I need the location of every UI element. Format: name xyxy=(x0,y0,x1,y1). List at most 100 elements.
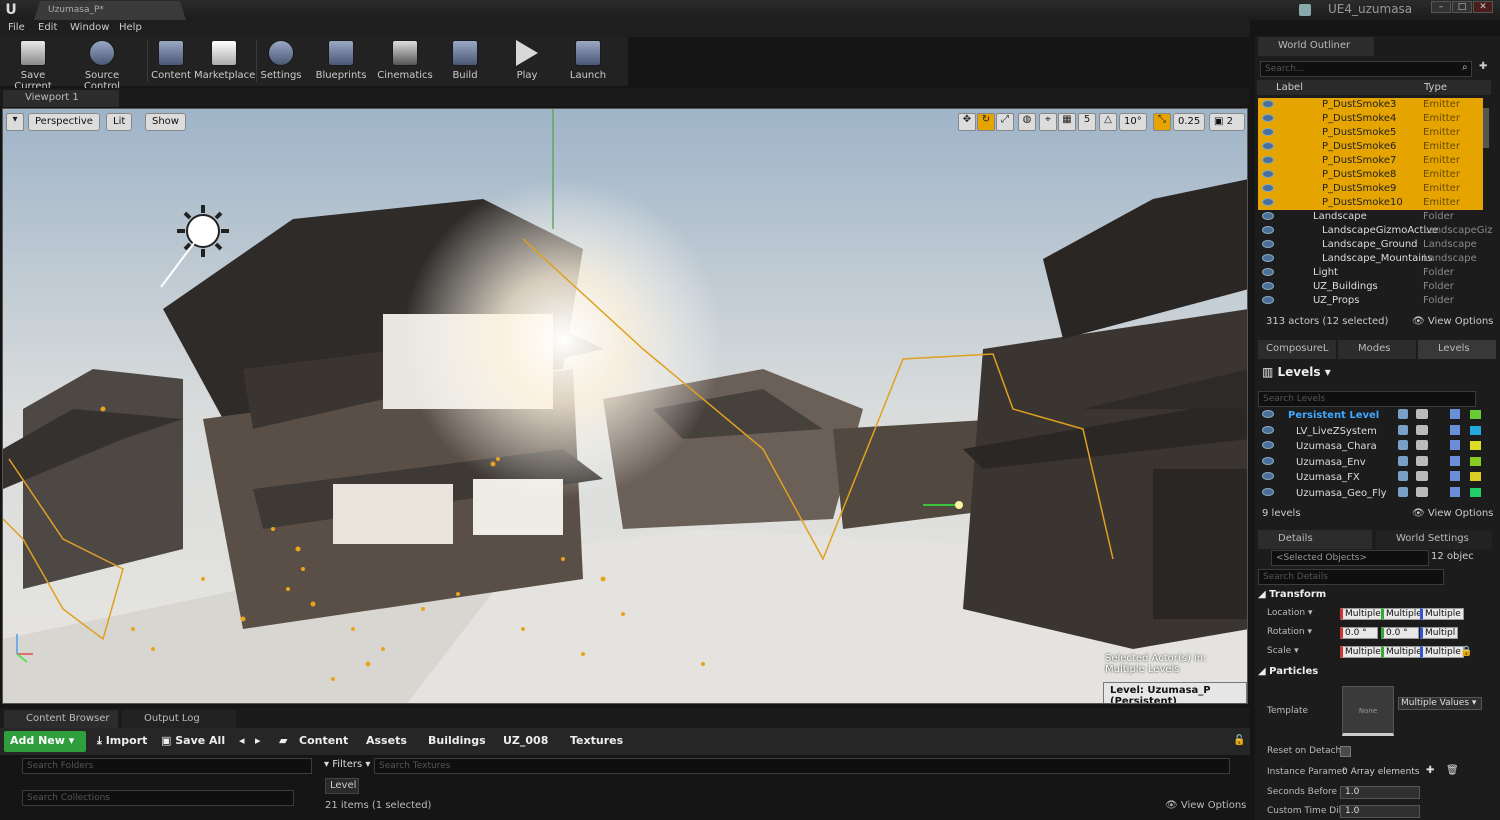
level-color-swatch[interactable] xyxy=(1470,425,1481,435)
source-control-button[interactable]: Source Control xyxy=(66,37,138,92)
visibility-eye-icon[interactable] xyxy=(1262,128,1274,136)
levels-view-options-button[interactable]: 👁 View Options xyxy=(1412,508,1493,519)
outliner-row[interactable]: P_DustSmoke3 Emitter xyxy=(1258,98,1483,112)
level-color-swatch[interactable] xyxy=(1470,410,1481,419)
search-textures-input[interactable]: Search Textures xyxy=(374,758,1230,774)
visibility-eye-icon[interactable] xyxy=(1262,226,1274,234)
outliner-row[interactable]: Landscape_Ground Landscape xyxy=(1258,238,1483,252)
lock-icon[interactable] xyxy=(1398,486,1408,497)
visibility-eye-icon[interactable] xyxy=(1262,268,1274,276)
scale-snap-icon[interactable]: ⤡ xyxy=(1153,113,1171,131)
show-button[interactable]: Show xyxy=(145,113,186,131)
world-local-icon[interactable]: ◍ xyxy=(1018,113,1036,131)
import-button[interactable]: ⤓ Import xyxy=(97,734,147,748)
levels-search-input[interactable]: Search Levels xyxy=(1258,391,1476,407)
outliner-row[interactable]: UZ_Buildings Folder xyxy=(1258,280,1483,294)
save-icon[interactable] xyxy=(1450,471,1460,481)
history-forward-icon[interactable]: ▸ xyxy=(255,734,261,747)
viewport-menu-dropdown[interactable]: ▾ xyxy=(6,113,24,131)
rotation-label[interactable]: Rotation ▾ xyxy=(1267,627,1312,637)
scale-mode-icon[interactable]: ⤢ xyxy=(996,113,1014,131)
visibility-eye-icon[interactable] xyxy=(1262,472,1274,480)
outliner-row[interactable]: Landscape Folder xyxy=(1258,210,1483,224)
outliner-row[interactable]: P_DustSmoke9 Emitter xyxy=(1258,182,1483,196)
outliner-row[interactable]: P_DustSmoke8 Emitter xyxy=(1258,168,1483,182)
tab-world-outliner[interactable]: World Outliner xyxy=(1258,37,1374,56)
visibility-eye-icon[interactable] xyxy=(1262,240,1274,248)
history-back-icon[interactable]: ◂ xyxy=(239,734,245,747)
marketplace-button[interactable]: Marketplace xyxy=(194,37,255,86)
save-icon[interactable] xyxy=(1450,455,1460,466)
rotation-y-field[interactable]: 0.0 ° xyxy=(1381,627,1419,639)
scale-z-field[interactable]: Multiple xyxy=(1420,646,1464,658)
level-row[interactable]: Uzumasa_Geo_Fly xyxy=(1258,486,1483,501)
scale-label[interactable]: Scale ▾ xyxy=(1267,646,1299,656)
save-icon[interactable] xyxy=(1450,486,1460,497)
menu-help[interactable]: Help xyxy=(119,22,142,33)
col-label[interactable]: Label xyxy=(1276,82,1303,93)
levels-menu-button[interactable]: ▥ Levels ▾ xyxy=(1262,365,1331,379)
tab-modes[interactable]: Modes xyxy=(1338,340,1416,359)
level-color-swatch[interactable] xyxy=(1470,487,1481,497)
filter-chip-level[interactable]: Level xyxy=(325,778,359,794)
add-element-icon[interactable]: ✚ xyxy=(1426,765,1434,776)
custom-time-field[interactable]: 1.0 xyxy=(1340,805,1420,818)
grid-snap-icon[interactable]: ▦ xyxy=(1058,113,1076,131)
visibility-eye-icon[interactable] xyxy=(1262,184,1274,192)
cinematics-button[interactable]: Cinematics xyxy=(376,37,434,86)
visibility-eye-icon[interactable] xyxy=(1262,114,1274,122)
reset-on-detach-checkbox[interactable] xyxy=(1340,746,1351,757)
source-control-icon[interactable] xyxy=(1416,424,1428,435)
content-button[interactable]: Content xyxy=(150,37,192,86)
save-icon[interactable] xyxy=(1450,409,1460,419)
lit-button[interactable]: Lit xyxy=(106,113,133,131)
breadcrumb-textures[interactable]: Textures xyxy=(570,734,623,747)
template-dropdown[interactable]: Multiple Values ▾ xyxy=(1398,697,1482,710)
save-icon[interactable] xyxy=(1450,440,1460,450)
outliner-scrollbar[interactable] xyxy=(1483,108,1489,148)
visibility-eye-icon[interactable] xyxy=(1262,296,1274,304)
level-color-swatch[interactable] xyxy=(1470,472,1481,481)
visibility-eye-icon[interactable] xyxy=(1262,156,1274,164)
grid-snap-value[interactable]: 5 xyxy=(1078,113,1096,131)
lock-icon[interactable] xyxy=(1398,455,1408,466)
breadcrumb-uz008[interactable]: UZ_008 xyxy=(503,734,548,747)
visibility-eye-icon[interactable] xyxy=(1262,441,1274,449)
visibility-eye-icon[interactable] xyxy=(1262,212,1274,220)
outliner-row[interactable]: UZ_Props Folder xyxy=(1258,294,1483,308)
close-button[interactable]: ✕ xyxy=(1473,1,1493,13)
lock-icon[interactable] xyxy=(1398,440,1408,450)
outliner-row[interactable]: P_DustSmoke4 Emitter xyxy=(1258,112,1483,126)
level-row[interactable]: Uzumasa_Chara xyxy=(1258,439,1483,454)
visibility-eye-icon[interactable] xyxy=(1262,170,1274,178)
tab-composure[interactable]: ComposureL xyxy=(1258,340,1336,359)
menu-file[interactable]: File xyxy=(8,22,25,33)
menu-window[interactable]: Window xyxy=(70,22,109,33)
perspective-button[interactable]: Perspective xyxy=(28,113,100,131)
source-control-icon[interactable] xyxy=(1299,4,1311,16)
source-control-icon[interactable] xyxy=(1416,471,1428,481)
scale-lock-icon[interactable]: 🔒 xyxy=(1460,646,1472,657)
outliner-row[interactable]: P_DustSmoke7 Emitter xyxy=(1258,154,1483,168)
tab-levels[interactable]: Levels xyxy=(1418,340,1496,359)
outliner-row[interactable]: LandscapeGizmoActive LandscapeGiz xyxy=(1258,224,1493,238)
visibility-eye-icon[interactable] xyxy=(1262,198,1274,206)
lock-icon[interactable] xyxy=(1398,424,1408,435)
outliner-row[interactable]: P_DustSmoke5 Emitter xyxy=(1258,126,1483,140)
search-folders-input[interactable]: Search Folders xyxy=(22,758,312,774)
source-control-icon[interactable] xyxy=(1416,409,1428,419)
visibility-eye-icon[interactable] xyxy=(1262,254,1274,262)
source-control-icon[interactable] xyxy=(1416,486,1428,497)
scale-x-field[interactable]: Multiple xyxy=(1340,646,1384,658)
filters-button[interactable]: ▾ Filters ▾ xyxy=(324,759,370,770)
visibility-eye-icon[interactable] xyxy=(1262,410,1274,418)
document-tab[interactable]: Uzumasa_P* xyxy=(34,1,186,20)
scale-y-field[interactable]: Multiple xyxy=(1381,646,1425,658)
minimize-button[interactable]: – xyxy=(1431,1,1451,13)
source-control-icon[interactable] xyxy=(1416,440,1428,450)
rotation-x-field[interactable]: 0.0 ° xyxy=(1340,627,1378,639)
rotation-snap-icon[interactable]: △ xyxy=(1099,113,1117,131)
add-new-button[interactable]: Add New ▾ xyxy=(4,731,86,752)
visibility-eye-icon[interactable] xyxy=(1262,142,1274,150)
build-button[interactable]: Build xyxy=(442,37,488,86)
